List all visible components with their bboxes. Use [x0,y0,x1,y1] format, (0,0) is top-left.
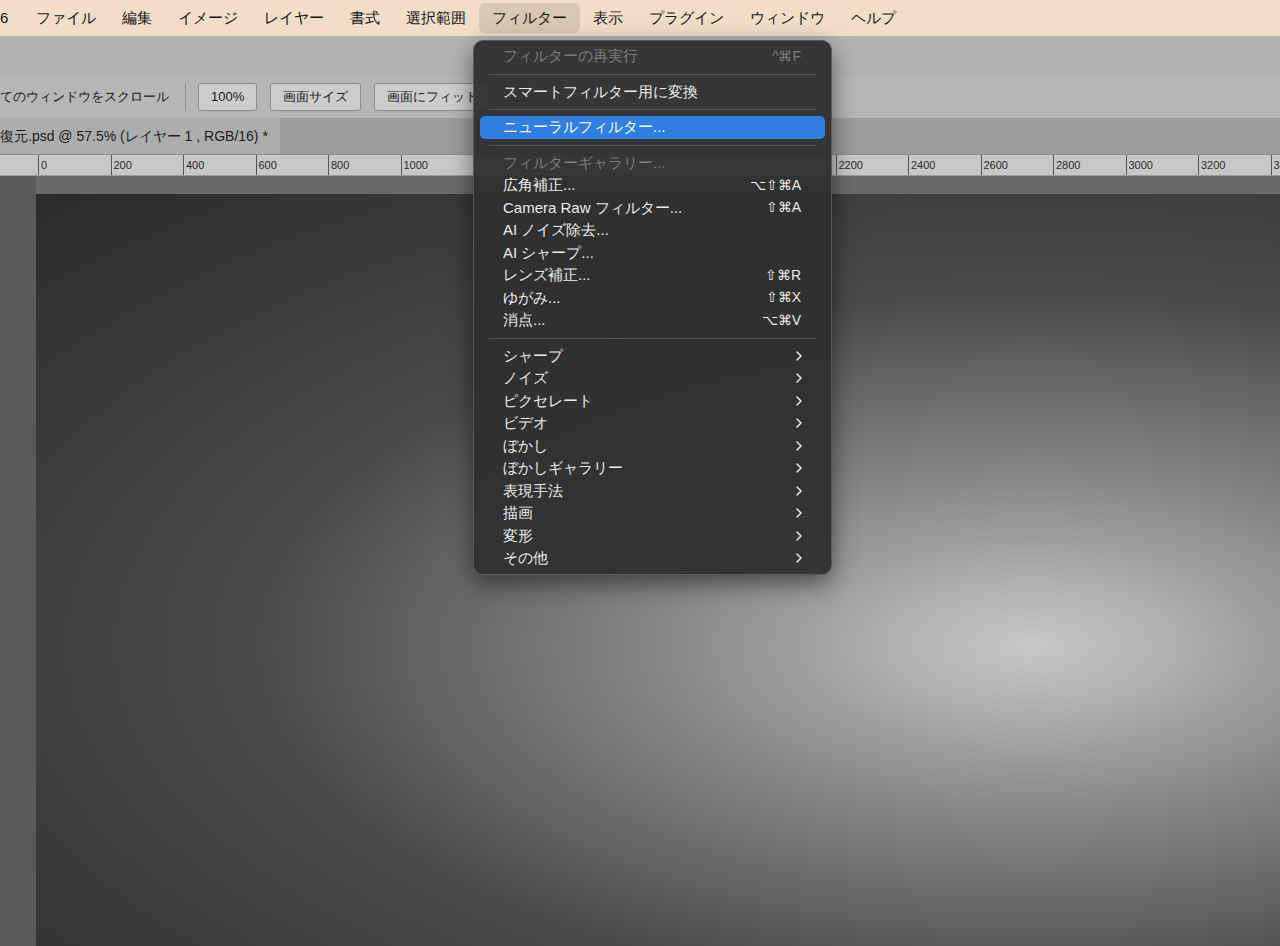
menu-shortcut: ⇧⌘R [765,265,807,286]
menu-shortcut: ⇧⌘X [766,287,807,308]
menu-bar-item[interactable]: 選択範囲 [393,3,479,33]
ruler-tick: 800 [328,155,349,175]
ruler-tick: 400 [183,155,204,175]
ruler-tick: 3200 [1198,155,1225,175]
ruler-tick: 0 [38,155,47,175]
filter-menu-item[interactable]: 描画 [480,502,825,525]
filter-menu-item[interactable]: AI ノイズ除去... [480,219,825,242]
menu-bar-item[interactable]: レイヤー [251,3,337,33]
menu-separator [474,332,831,345]
ruler-tick: 600 [256,155,277,175]
ruler-tick: 2200 [836,155,863,175]
vertical-ruler [0,176,36,946]
menu-bar-item[interactable]: ファイル [23,3,109,33]
filter-menu-item[interactable]: シャープ [480,345,825,368]
filter-menu-item[interactable]: フィルターの再実行^⌘F [480,45,825,68]
filter-menu-item[interactable]: ニューラルフィルター... [480,116,825,139]
ruler-tick: 340 [1271,155,1280,175]
submenu-chevron-icon [791,438,807,454]
ruler-tick: 200 [111,155,132,175]
filter-menu-item[interactable]: ぼかし [480,435,825,458]
options-button[interactable]: 100% [198,83,257,111]
filter-menu-item[interactable]: その他 [480,547,825,570]
submenu-chevron-icon [791,348,807,364]
submenu-chevron-icon [791,505,807,521]
menu-shortcut: ⌥⇧⌘A [750,175,807,196]
filter-menu-item[interactable]: 広角補正...⌥⇧⌘A [480,174,825,197]
ruler-tick: 3000 [1126,155,1153,175]
menu-separator [474,103,831,116]
options-button[interactable]: 画面サイズ [270,83,361,111]
ruler-tick: 1000 [401,155,428,175]
options-divider [185,83,186,111]
submenu-chevron-icon [791,483,807,499]
filter-menu-item[interactable]: ピクセレート [480,390,825,413]
submenu-chevron-icon [791,415,807,431]
menu-shortcut: ⇧⌘A [766,197,807,218]
menu-bar: 6ファイル編集イメージレイヤー書式選択範囲フィルター表示プラグインウィンドウヘル… [0,0,1280,36]
menu-bar-item[interactable]: 表示 [580,3,636,33]
ruler-tick: 2600 [981,155,1008,175]
filter-menu-item[interactable]: ゆがみ...⇧⌘X [480,287,825,310]
menu-bar-item[interactable]: 書式 [337,3,393,33]
ruler-tick: 2400 [908,155,935,175]
menu-separator [474,139,831,152]
menu-bar-item[interactable]: 編集 [109,3,165,33]
filter-menu-item[interactable]: AI シャープ... [480,242,825,265]
menu-bar-item[interactable]: プラグイン [636,3,737,33]
menu-bar-item[interactable]: フィルター [479,3,580,33]
submenu-chevron-icon [791,550,807,566]
submenu-chevron-icon [791,528,807,544]
filter-menu-item[interactable]: Camera Raw フィルター...⇧⌘A [480,197,825,220]
menu-bar-item[interactable]: ウィンドウ [737,3,838,33]
menu-shortcut: ^⌘F [772,46,807,67]
ruler-tick: 2800 [1053,155,1080,175]
menu-separator [474,68,831,81]
menu-shortcut: ⌥⌘V [762,310,807,331]
submenu-chevron-icon [791,393,807,409]
document-tab[interactable]: 復元.psd @ 57.5% (レイヤー 1 , RGB/16) * [0,118,280,154]
photoshop-window: 6ファイル編集イメージレイヤー書式選択範囲フィルター表示プラグインウィンドウヘル… [0,0,1280,946]
filter-menu-item[interactable]: ぼかしギャラリー [480,457,825,480]
menu-bar-item[interactable]: 6 [0,3,23,33]
filter-menu: フィルターの再実行^⌘F スマートフィルター用に変換ニューラルフィルター... フィ… [473,40,832,575]
filter-menu-item[interactable]: スマートフィルター用に変換 [480,81,825,104]
submenu-chevron-icon [791,370,807,386]
filter-menu-item[interactable]: 消点...⌥⌘V [480,309,825,332]
filter-menu-item[interactable]: フィルターギャラリー... [480,152,825,175]
scroll-all-windows-label[interactable]: てのウィンドウをスクロール [0,87,169,107]
filter-menu-item[interactable]: 変形 [480,525,825,548]
filter-menu-item[interactable]: ビデオ [480,412,825,435]
filter-menu-item[interactable]: ノイズ [480,367,825,390]
filter-menu-item[interactable]: レンズ補正...⇧⌘R [480,264,825,287]
submenu-chevron-icon [791,460,807,476]
menu-bar-item[interactable]: ヘルプ [838,3,909,33]
filter-menu-item[interactable]: 表現手法 [480,480,825,503]
menu-bar-item[interactable]: イメージ [165,3,251,33]
